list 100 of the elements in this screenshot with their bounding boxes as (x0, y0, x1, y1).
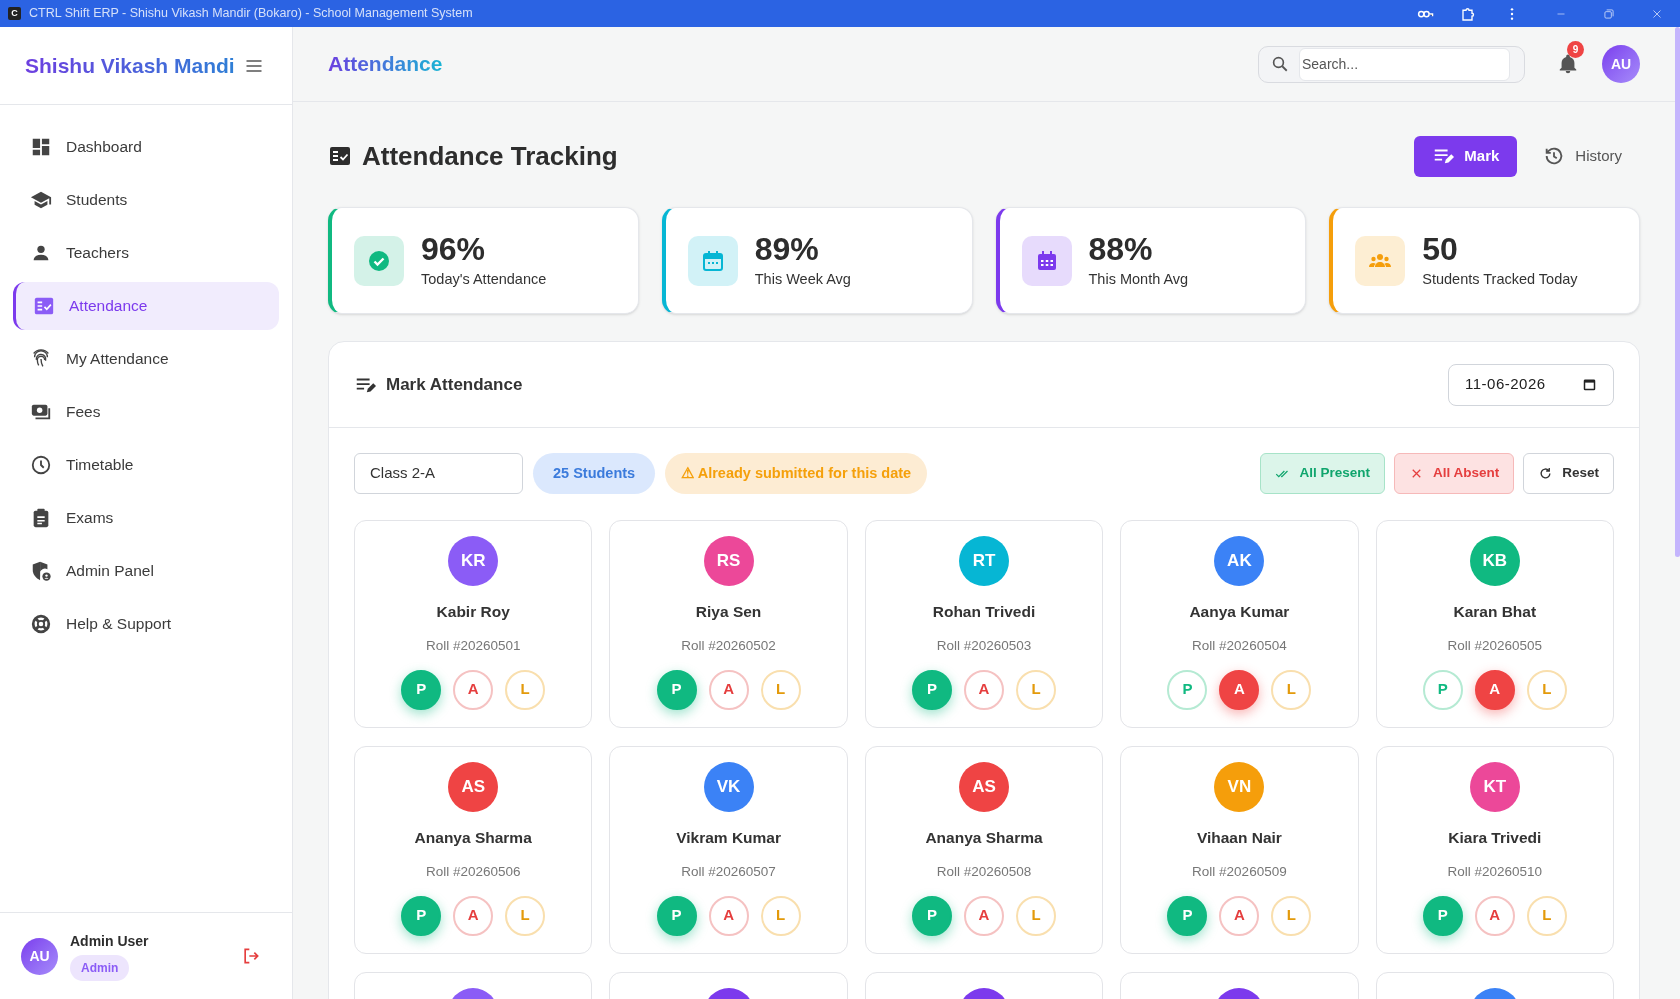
student-avatar: KB (1469, 536, 1520, 586)
student-name: Karan Bhat (1453, 602, 1537, 622)
scrollbar-thumb[interactable] (1675, 27, 1680, 557)
logout-icon[interactable] (241, 946, 261, 966)
roll-number: Roll #20260507 (681, 863, 776, 882)
status-toggle[interactable]: P (912, 895, 952, 936)
student-avatar: AS (959, 762, 1009, 812)
status-toggle[interactable]: P (401, 895, 442, 936)
sidebar-item[interactable]: Attendance (13, 282, 279, 330)
status-toggle[interactable]: L (760, 895, 801, 936)
status-toggle[interactable]: L (1016, 895, 1056, 936)
graduation-cap-icon (30, 189, 52, 211)
profile-avatar[interactable]: AU (1602, 45, 1640, 83)
sidebar-item[interactable]: Help & Support (13, 600, 279, 648)
student-name: Kiara Trivedi (1448, 828, 1542, 848)
stat-value: 50 (1422, 230, 1459, 267)
roll-number: Roll #20260504 (1192, 637, 1287, 656)
bell-icon[interactable] (1557, 53, 1579, 75)
student-avatar: AK (1214, 536, 1265, 586)
status-toggle[interactable]: P (1422, 895, 1463, 936)
reset-button[interactable]: Reset (1523, 453, 1614, 494)
search-icon (1271, 55, 1289, 73)
student-name: Rohan Trivedi (932, 602, 1036, 622)
student-name: Aanya Kumar (1189, 602, 1290, 622)
class-select[interactable]: Class 2-A (354, 453, 523, 494)
status-toggle[interactable]: L (505, 669, 546, 710)
restore-icon[interactable] (1602, 6, 1616, 21)
status-toggle[interactable]: L (505, 895, 546, 936)
stat-value: 89% (754, 230, 820, 267)
stat-value: 96% (421, 230, 487, 267)
roll-number: Roll #20260510 (1447, 863, 1543, 882)
user-name: Admin User (70, 932, 149, 951)
sidebar-item[interactable]: Students (13, 176, 279, 224)
status-toggle[interactable]: A (1474, 669, 1515, 710)
status-toggle[interactable]: P (1167, 895, 1208, 936)
sidebar-item[interactable]: Dashboard (13, 123, 279, 171)
calendar-icon (700, 248, 725, 273)
student-avatar: VN (1214, 762, 1265, 812)
sidebar-item[interactable]: Teachers (13, 229, 279, 277)
student-avatar: RT (959, 536, 1009, 586)
stat-label: This Week Avg (754, 269, 851, 289)
sidebar-item[interactable]: Timetable (13, 441, 279, 489)
stat-value: 88% (1088, 230, 1154, 267)
sidebar-item[interactable]: Admin Panel (13, 547, 279, 595)
status-toggle[interactable]: L (760, 669, 801, 710)
sidebar-item[interactable]: Exams (13, 494, 279, 542)
mark-button[interactable]: Mark (1414, 135, 1518, 177)
all-absent-button[interactable]: All Absent (1393, 453, 1515, 494)
student-name: Ananya Sharma (925, 828, 1043, 848)
status-toggle[interactable]: A (708, 895, 749, 936)
student-name: Vikram Kumar (676, 828, 781, 848)
status-toggle[interactable]: L (1271, 669, 1312, 710)
student-avatar: VK (703, 762, 754, 812)
status-toggle[interactable]: A (453, 669, 494, 710)
student-name: Kabir Roy (436, 602, 510, 622)
status-toggle[interactable]: A (1474, 895, 1515, 936)
status-toggle[interactable]: A (1219, 895, 1260, 936)
notification-badge: 9 (1567, 41, 1584, 58)
calendar-icon (1582, 377, 1597, 392)
roll-number: Roll #20260508 (936, 863, 1032, 882)
status-toggle[interactable]: L (1526, 669, 1567, 710)
history-button[interactable]: History (1525, 135, 1640, 177)
sidebar-item[interactable]: Fees (13, 388, 279, 436)
date-field[interactable]: 11-06-2026 (1448, 363, 1614, 406)
sidebar-item[interactable]: My Attendance (13, 335, 279, 383)
status-toggle[interactable]: P (912, 669, 952, 710)
status-toggle[interactable]: A (964, 669, 1004, 710)
all-present-button[interactable]: All Present (1260, 453, 1385, 494)
stat-label: Students Tracked Today (1422, 269, 1578, 289)
roll-number: Roll #20260509 (1192, 863, 1287, 882)
checklist-icon (328, 144, 352, 168)
status-toggle[interactable]: L (1271, 895, 1312, 936)
user-avatar: AU (21, 937, 58, 975)
roll-number: Roll #20260506 (425, 863, 521, 882)
warning-badge: ⚠ Already submitted for this date (665, 453, 928, 494)
roll-number: Roll #20260503 (936, 637, 1032, 656)
stat-label: This Month Avg (1088, 269, 1189, 289)
roll-number: Roll #20260502 (681, 637, 776, 656)
student-name: Vihaan Nair (1196, 828, 1282, 848)
status-toggle[interactable]: A (708, 669, 749, 710)
status-toggle[interactable]: A (964, 895, 1004, 936)
status-toggle[interactable]: L (1526, 895, 1567, 936)
window-title: CTRL Shift ERP - Shishu Vikash Mandir (Bokaro) - School Management System (29, 5, 473, 23)
status-toggle[interactable]: P (656, 669, 697, 710)
search-field[interactable]: Search... (1258, 45, 1525, 83)
student-name: Riya Sen (695, 602, 762, 622)
checklist-icon (33, 295, 55, 317)
status-toggle[interactable]: L (1016, 669, 1056, 710)
status-toggle[interactable]: P (656, 895, 697, 936)
status-toggle[interactable]: P (1422, 669, 1463, 710)
status-toggle[interactable]: P (401, 669, 442, 710)
student-avatar: KT (1469, 762, 1520, 812)
status-toggle[interactable]: A (453, 895, 494, 936)
student-count-badge: 25 Students (533, 453, 656, 494)
status-toggle[interactable]: A (1219, 669, 1260, 710)
refresh-icon (1538, 466, 1554, 481)
student-name: Ananya Sharma (414, 828, 532, 848)
roll-number: Roll #20260501 (425, 637, 521, 656)
status-toggle[interactable]: P (1167, 669, 1208, 710)
clock-icon (30, 454, 52, 476)
